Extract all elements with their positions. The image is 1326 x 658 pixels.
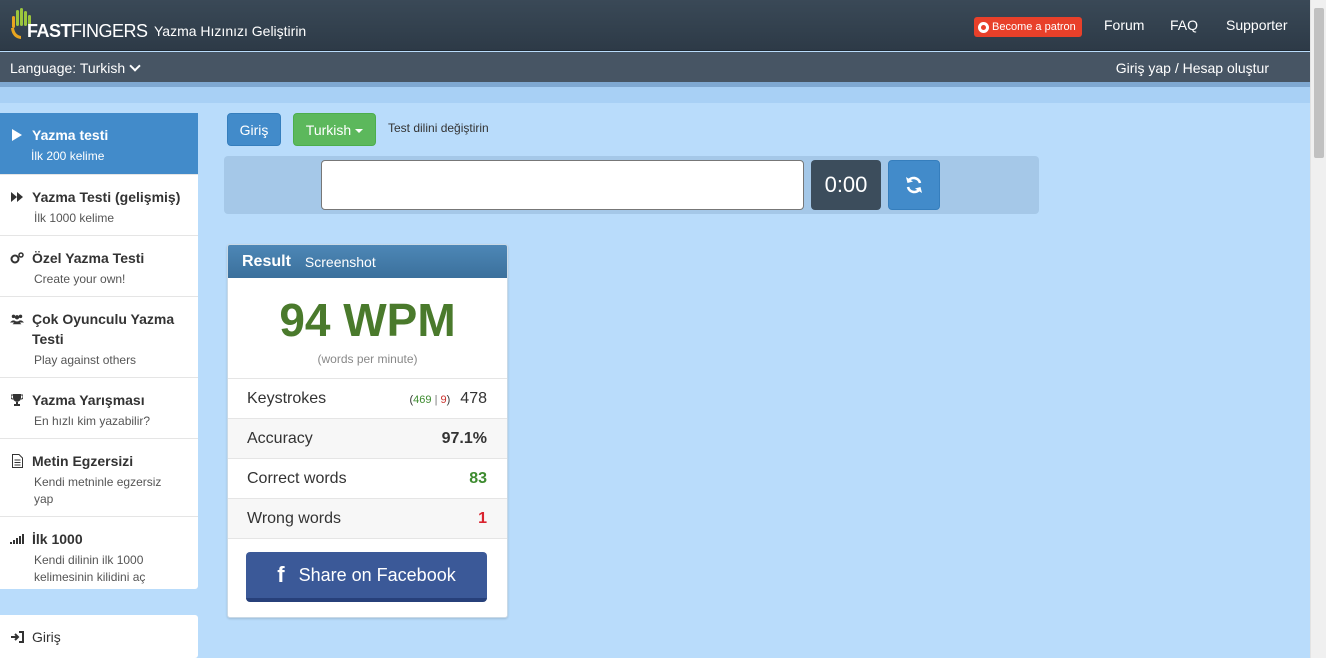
keystrokes-total: 478 xyxy=(460,389,487,407)
sidebar-item-title: Yazma Testi (gelişmiş) xyxy=(32,189,181,205)
sidebar-item-text-practice[interactable]: Metin Egzersizi Kendi metninle egzersiz … xyxy=(0,439,198,517)
sidebar-item-sub: En hızlı kim yazabilir? xyxy=(34,414,151,428)
sidebar-login-label: Giriş xyxy=(32,628,61,645)
fast-forward-icon xyxy=(10,187,24,207)
document-icon xyxy=(10,451,24,471)
sidebar-item-title: İlk 1000 xyxy=(32,531,83,547)
sidebar-item-sub: İlk 200 kelime xyxy=(31,149,105,163)
sidebar: Yazma testi İlk 200 kelime Yazma Testi (… xyxy=(0,113,198,589)
sidebar-item-title: Yazma Yarışması xyxy=(32,392,145,408)
login-button[interactable]: Giriş xyxy=(227,113,281,146)
accuracy-value: 97.1% xyxy=(441,429,487,447)
result-header: Result Screenshot xyxy=(228,245,507,278)
share-facebook-button[interactable]: f Share on Facebook xyxy=(246,552,487,602)
sidebar-item-title: Metin Egzersizi xyxy=(32,453,134,469)
result-panel: Result Screenshot 94 WPM (words per minu… xyxy=(227,244,508,618)
screenshot-link[interactable]: Screenshot xyxy=(305,254,376,270)
caret-down-icon xyxy=(355,128,364,133)
nav-faq[interactable]: FAQ xyxy=(1170,17,1198,33)
sidebar-item-sub: Create your own! xyxy=(34,272,126,286)
scrollbar-thumb[interactable] xyxy=(1314,8,1324,158)
keystrokes-label: Keystrokes xyxy=(247,389,327,407)
login-register-link[interactable]: Giriş yap / Hesap oluştur xyxy=(1116,60,1269,76)
facebook-label: Share on Facebook xyxy=(298,564,456,585)
sidebar-item-multiplayer[interactable]: Çok Oyunculu Yazma Testi Play against ot… xyxy=(0,297,198,378)
tagline: Yazma Hızınızı Geliştirin xyxy=(154,23,307,39)
sign-in-icon xyxy=(10,627,24,647)
wpm-subtitle: (words per minute) xyxy=(317,352,418,366)
wpm-value: 94 WPM xyxy=(279,294,456,346)
logo-text: FASTFINGERS xyxy=(27,21,148,41)
refresh-icon xyxy=(906,176,922,194)
top-header: FASTFINGERS Yazma Hızınızı Geliştirin Be… xyxy=(0,0,1310,51)
change-language-text: Test dilini değiştirin xyxy=(388,121,489,135)
language-selector[interactable]: Language: Turkish xyxy=(10,60,141,76)
wrong-words-value: 1 xyxy=(478,509,487,527)
correct-words-label: Correct words xyxy=(247,469,347,487)
accuracy-row: Accuracy 97.1% xyxy=(228,419,507,459)
language-dropdown-label: Turkish xyxy=(305,121,352,138)
typing-area: 0:00 xyxy=(224,156,1039,214)
wrong-words-label: Wrong words xyxy=(247,509,341,527)
sub-header: Language: Turkish Giriş yap / Hesap oluş… xyxy=(0,52,1310,82)
result-title: Result xyxy=(242,252,291,270)
wpm-section: 94 WPM (words per minute) xyxy=(228,278,507,379)
sidebar-item-title: Yazma testi xyxy=(32,127,109,143)
correct-words-value: 83 xyxy=(469,469,487,487)
sidebar-item-sub: Kendi dilinin ilk 1000 kelimesinin kilid… xyxy=(34,553,146,584)
typing-input[interactable] xyxy=(321,160,804,210)
logo[interactable]: FASTFINGERS xyxy=(10,4,148,44)
sidebar-item-sub: Play against others xyxy=(34,353,137,367)
nav-supporter[interactable]: Supporter xyxy=(1226,17,1287,33)
sidebar-item-sub: İlk 1000 kelime xyxy=(34,211,115,225)
keystrokes-row: Keystrokes (469 | 9) 478 xyxy=(228,379,507,419)
patreon-icon xyxy=(978,21,989,33)
gears-icon xyxy=(10,248,24,268)
nav-forum[interactable]: Forum xyxy=(1104,17,1144,33)
header-shadow xyxy=(0,87,1310,103)
signal-icon xyxy=(10,529,24,549)
users-icon xyxy=(10,309,24,329)
wrong-words-row: Wrong words 1 xyxy=(228,499,507,539)
correct-words-row: Correct words 83 xyxy=(228,459,507,499)
sidebar-item-typing-test[interactable]: Yazma testi İlk 200 kelime xyxy=(0,113,198,175)
accuracy-label: Accuracy xyxy=(247,429,313,447)
sidebar-item-top-1000[interactable]: İlk 1000 Kendi dilinin ilk 1000 kelimesi… xyxy=(0,517,198,589)
language-label: Language: Turkish xyxy=(10,60,126,76)
play-icon xyxy=(10,125,24,145)
sidebar-item-custom-test[interactable]: Özel Yazma Testi Create your own! xyxy=(0,236,198,297)
become-patron-button[interactable]: Become a patron xyxy=(974,17,1082,37)
sidebar-item-login[interactable]: Giriş xyxy=(0,615,198,658)
keystrokes-values: (469 | 9) 478 xyxy=(409,390,487,408)
keystrokes-detail: (469 | 9) xyxy=(409,393,451,406)
sidebar-item-title: Özel Yazma Testi xyxy=(32,250,145,266)
chevron-down-icon xyxy=(129,60,141,72)
sidebar-item-title: Çok Oyunculu Yazma Testi xyxy=(32,311,175,347)
sidebar-item-competition[interactable]: Yazma Yarışması En hızlı kim yazabilir? xyxy=(0,378,198,439)
language-dropdown-button[interactable]: Turkish xyxy=(293,113,376,146)
trophy-icon xyxy=(10,390,24,410)
sidebar-item-sub: Kendi metninle egzersiz yap xyxy=(34,475,162,506)
sidebar-item-advanced-test[interactable]: Yazma Testi (gelişmiş) İlk 1000 kelime xyxy=(0,175,198,236)
timer: 0:00 xyxy=(811,160,881,210)
facebook-icon: f xyxy=(277,562,285,587)
reload-button[interactable] xyxy=(888,160,940,210)
patron-label: Become a patron xyxy=(992,21,1076,33)
page-scrollbar[interactable] xyxy=(1310,0,1326,658)
